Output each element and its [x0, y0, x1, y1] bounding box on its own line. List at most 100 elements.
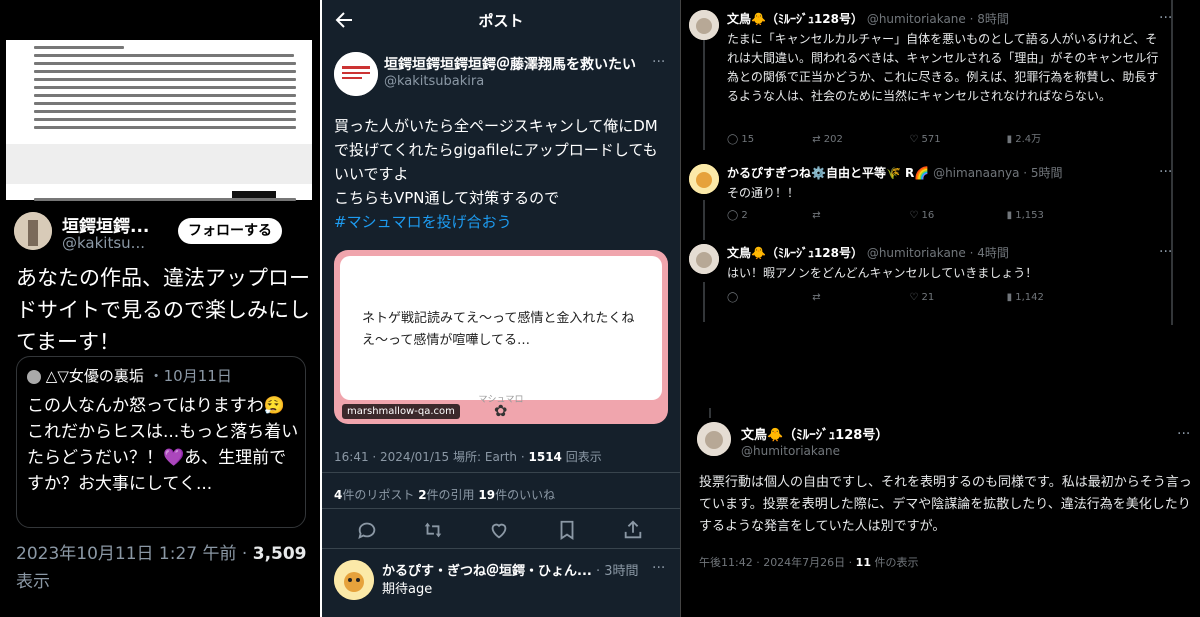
doc-text-line	[34, 46, 124, 49]
reply-avatar[interactable]	[334, 560, 374, 600]
user-name[interactable]: 文鳥🐥（ﾐﾙｰｼﾞｭ128号）	[727, 246, 863, 260]
views-icon: ▮	[1006, 292, 1013, 303]
doc-separator	[6, 144, 312, 184]
thread-tweet[interactable]: 文鳥🐥（ﾐﾙｰｼﾞｭ128号） @humitoriakane · 4時間 ···…	[689, 244, 1189, 308]
tweet-meta: 2023年10月11日 1:27 午前 · 3,509 表示	[16, 540, 316, 596]
doc-text-line	[34, 62, 296, 65]
user-name[interactable]: かるぴすぎつね⚙️自由と平等🌾 R🌈	[727, 166, 929, 180]
views-count: 1,153	[1015, 210, 1044, 221]
tweet-text: はい！暇アノンをどんどんキャンセルしていきましょう！	[727, 266, 1038, 280]
view-count: 3,509	[252, 544, 307, 564]
quote-avatar	[27, 369, 41, 384]
repost-count: 202	[823, 134, 843, 145]
user-name[interactable]: 垣鍔垣鍔垣鍔垣鍔＠藤澤翔馬を救いたい	[384, 54, 636, 74]
more-options-icon[interactable]: ···	[652, 560, 665, 576]
reply-icon: ◯	[727, 292, 739, 303]
card-image: ネトゲ戦記読みてえ〜って感情と金入れたくねえ〜って感情が喧嘩してる… マシュマロ	[340, 256, 662, 405]
views-action[interactable]: ▮ 2.4万	[1007, 130, 1067, 145]
avatar[interactable]	[697, 422, 731, 456]
tweet-timestamp: 午後11:42 · 2024年7月26日 · 11 件の表示	[699, 554, 918, 570]
thread-tweet[interactable]: 文鳥🐥（ﾐﾙｰｼﾞｭ128号） @humitoriakane · 8時間 ···…	[689, 10, 1189, 150]
user-meta: @humitoriakane · 4時間	[863, 246, 1009, 260]
repost-icon: ⇄	[812, 292, 821, 303]
views-icon: ▮	[1006, 210, 1013, 221]
user-handle[interactable]: @kakitsu...	[62, 234, 145, 252]
hashtag-link[interactable]: #マシュマロを投げ合おう	[334, 213, 512, 231]
repost-icon: ⇄	[812, 210, 821, 221]
user-name[interactable]: 文鳥🐥（ﾐﾙｰｼﾞｭ128号）	[741, 424, 888, 443]
quote-date: ・10月11日	[148, 367, 232, 385]
like-icon: ♡	[909, 292, 919, 303]
reply-text: 期待age	[382, 582, 433, 597]
avatar-image	[334, 52, 378, 96]
repost-action[interactable]: ⇄	[812, 292, 906, 303]
doc-text-line	[34, 70, 296, 73]
doc-text-line	[34, 126, 296, 129]
avatar[interactable]	[14, 212, 52, 250]
user-handle[interactable]: @humitoriakane	[741, 444, 840, 458]
thread-tweet[interactable]: かるぴすぎつね⚙️自由と平等🌾 R🌈 @himanaanya · 5時間 ···…	[689, 164, 1189, 228]
doc-text-line	[34, 198, 296, 201]
link-card[interactable]: ネトゲ戦記読みてえ〜って感情と金入れたくねえ〜って感情が喧嘩してる… マシュマロ…	[334, 250, 668, 424]
views-action[interactable]: ▮ 1,142	[1007, 292, 1067, 303]
timestamp-text[interactable]: 午後11:42 · 2024年7月26日 ·	[699, 556, 856, 569]
engagement-stats: 4件のリポスト 2件の引用 19件のいいね	[334, 486, 555, 503]
avatar[interactable]	[334, 52, 378, 96]
middle-screenshot-panel: ポスト 垣鍔垣鍔垣鍔垣鍔＠藤澤翔馬を救いたい @kakitsubakira ··…	[322, 0, 680, 617]
view-count: 1514	[528, 450, 562, 464]
reply-action[interactable]: ◯ 15	[727, 134, 809, 145]
like-action[interactable]: ♡ 21	[909, 292, 1003, 303]
like-count: 16	[921, 210, 935, 221]
user-handle[interactable]: @kakitsubakira	[384, 74, 484, 89]
repost-icon[interactable]	[422, 519, 444, 541]
more-options-icon[interactable]: ···	[652, 54, 665, 70]
tweet-text: 投票行動は個人の自由ですし、それを表明するのも同様です。私は最初からそう言ってい…	[699, 475, 1192, 534]
view-count-label: 表示	[16, 572, 50, 592]
bookmark-icon[interactable]	[556, 519, 578, 541]
tweet-body: 買った人がいたら全ページスキャンして俺にDMで投げてくれたらgigafileにア…	[334, 117, 658, 207]
user-meta: @himanaanya · 5時間	[929, 166, 1063, 180]
like-icon: ♡	[909, 210, 919, 221]
avatar[interactable]	[689, 244, 719, 274]
views-action[interactable]: ▮ 1,153	[1007, 210, 1067, 221]
avatar-image	[689, 244, 719, 274]
reply-icon[interactable]	[356, 519, 378, 541]
quoted-tweet[interactable]: △▽女優の裏垢 ・10月11日 この人なんか怒ってはりますわ😮‍💨 これだからヒ…	[16, 356, 306, 528]
divider	[322, 508, 680, 509]
document-image	[6, 40, 312, 201]
more-options-icon[interactable]: ···	[1159, 244, 1172, 260]
marshmallow-icon: ✿	[494, 401, 508, 420]
more-options-icon[interactable]: ···	[1159, 10, 1172, 26]
reply-action[interactable]: ◯	[727, 292, 809, 303]
doc-text-line	[34, 78, 296, 81]
doc-text-line	[34, 54, 294, 57]
quote-count[interactable]: 2	[418, 488, 426, 502]
tweet-timestamp[interactable]: 2023年10月11日 1:27 午前 ·	[16, 544, 253, 564]
reply-time: · 3時間	[591, 564, 639, 579]
tweet-header: 垣鍔垣鍔... @kakitsu... フォローする	[14, 210, 314, 254]
user-meta: @humitoriakane · 8時間	[863, 12, 1009, 26]
tweet-actions: ◯ 15 ⇄ 202 ♡ 571 ▮ 2.4万	[727, 130, 1067, 145]
quote-count-label: 件の引用	[426, 488, 479, 502]
share-icon[interactable]	[622, 519, 644, 541]
repost-action[interactable]: ⇄ 202	[812, 134, 906, 145]
repost-action[interactable]: ⇄	[812, 210, 906, 221]
views-count: 1,142	[1015, 292, 1044, 303]
more-options-icon[interactable]: ···	[1177, 426, 1190, 442]
like-action[interactable]: ♡ 571	[909, 134, 1003, 145]
like-action[interactable]: ♡ 16	[909, 210, 1003, 221]
reply-icon: ◯	[727, 134, 739, 145]
avatar[interactable]	[689, 10, 719, 40]
reply-icon: ◯	[727, 210, 739, 221]
like-icon[interactable]	[488, 519, 510, 541]
timestamp-text[interactable]: 16:41 · 2024/01/15 場所: Earth ·	[334, 450, 529, 464]
avatar[interactable]	[689, 164, 719, 194]
like-count[interactable]: 19	[478, 488, 495, 502]
reply-user-name[interactable]: かるぴす・ぎつね＠垣鍔・ひょん...	[382, 564, 592, 579]
left-screenshot-panel: 垣鍔垣鍔... @kakitsu... フォローする あなたの作品、違法アップロ…	[0, 0, 320, 617]
follow-button[interactable]: フォローする	[178, 218, 282, 244]
top-bar: ポスト	[322, 0, 680, 40]
more-options-icon[interactable]: ···	[1159, 164, 1172, 180]
user-name[interactable]: 文鳥🐥（ﾐﾙｰｼﾞｭ128号）	[727, 12, 863, 26]
reply-action[interactable]: ◯ 2	[727, 210, 809, 221]
